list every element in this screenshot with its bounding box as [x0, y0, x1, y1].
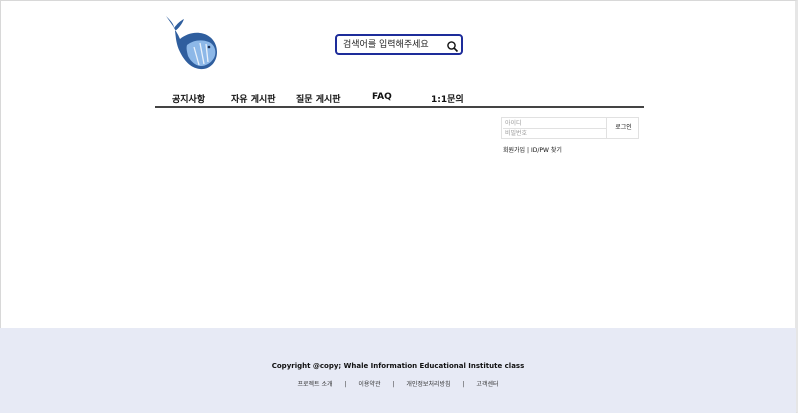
- footer-separator: |: [344, 381, 347, 388]
- login-links-separator: |: [527, 147, 530, 154]
- search-input[interactable]: [343, 37, 447, 52]
- nav-item-question-board[interactable]: 질문 게시판: [296, 92, 341, 105]
- signup-link[interactable]: 회원가입: [503, 147, 525, 154]
- footer: Copyright @copy; Whale Information Educa…: [0, 328, 796, 413]
- footer-separator: |: [392, 381, 395, 388]
- footer-link-project-intro[interactable]: 프로젝트 소개: [297, 381, 332, 388]
- find-id-pw-link[interactable]: ID/PW 찾기: [531, 147, 562, 154]
- login-box: 로그인: [501, 117, 639, 139]
- id-input[interactable]: [503, 119, 607, 129]
- nav-item-faq[interactable]: FAQ: [372, 92, 392, 102]
- nav-item-notice[interactable]: 공지사항: [172, 92, 205, 105]
- copyright-text: Copyright @copy; Whale Information Educa…: [271, 362, 525, 370]
- nav-item-inquiry[interactable]: 1:1문의: [431, 92, 464, 105]
- footer-link-terms[interactable]: 이용약관: [358, 381, 380, 388]
- search-icon[interactable]: [446, 38, 459, 53]
- footer-separator: |: [462, 381, 465, 388]
- footer-links: 프로젝트 소개 | 이용약관 | 개인정보처리방침 | 고객센터: [0, 379, 796, 388]
- footer-link-support[interactable]: 고객센터: [476, 381, 498, 388]
- nav-divider: [155, 106, 644, 108]
- login-divider: [606, 118, 607, 138]
- login-links: 회원가입 | ID/PW 찾기: [503, 145, 562, 154]
- footer-link-privacy[interactable]: 개인정보처리방침: [406, 381, 450, 388]
- password-input[interactable]: [503, 129, 607, 138]
- whale-logo-icon[interactable]: [160, 14, 222, 72]
- login-button[interactable]: 로그인: [608, 122, 639, 134]
- search-box[interactable]: [335, 34, 463, 55]
- nav-item-free-board[interactable]: 자유 게시판: [231, 92, 276, 105]
